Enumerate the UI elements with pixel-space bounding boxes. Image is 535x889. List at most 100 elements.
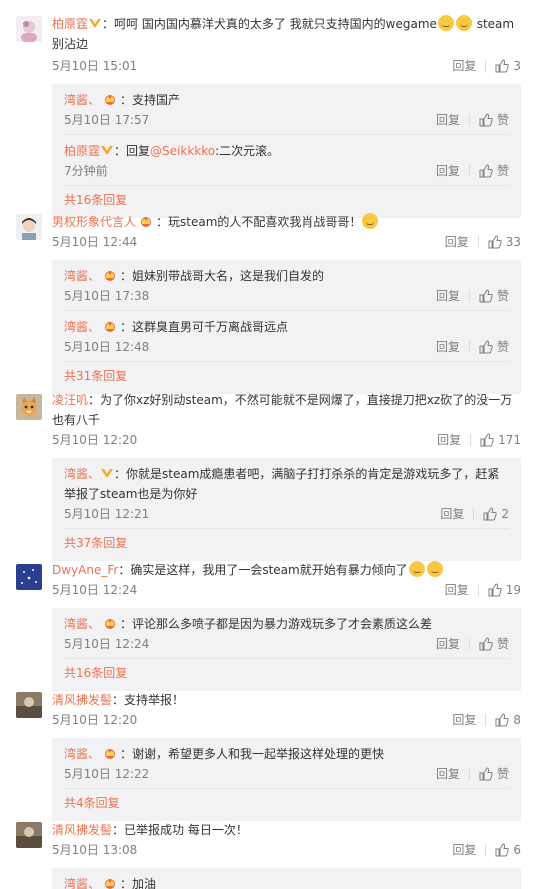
verified-v-icon (101, 469, 114, 478)
like-count: 2 (501, 507, 509, 521)
reply-author[interactable]: 湾酱、 (64, 877, 100, 889)
thumb-up-icon (479, 113, 493, 127)
like-button[interactable]: 赞 (479, 764, 509, 784)
reply-author[interactable]: 湾酱、 (64, 269, 100, 283)
reply-button[interactable]: 回复 (436, 161, 460, 181)
thumb-up-icon (479, 289, 493, 303)
mention-link[interactable]: @Seikkkko (150, 144, 215, 158)
like-count: 8 (513, 713, 521, 727)
comment-time: 5月10日 13:08 (52, 843, 138, 857)
reply-button[interactable]: 回复 (445, 580, 469, 600)
like-button[interactable]: 33 (488, 232, 521, 252)
emoji-icon (426, 561, 443, 577)
like-button[interactable]: 赞 (479, 286, 509, 306)
comment: 清风拂发髻：已举报成功 每日一次！ 5月10日 13:08 回复 6 湾酱、 ：加油 (0, 820, 535, 889)
reply-item: 柏原霆 ：回复@Seikkkko:二次元滚。 7分钟前 回复 赞 (64, 135, 509, 186)
comment-author[interactable]: 凌汪叽 (52, 393, 88, 407)
reply-button[interactable]: 回复 (452, 710, 476, 730)
like-count: 171 (498, 433, 521, 447)
crown-badge-icon (141, 217, 152, 227)
divider (485, 844, 487, 856)
reply-button[interactable]: 回复 (452, 840, 476, 860)
crown-badge-icon (105, 619, 116, 629)
like-label: 赞 (496, 767, 509, 781)
like-button[interactable]: 6 (495, 840, 521, 860)
divider (477, 584, 479, 596)
thumb-up-icon (479, 340, 493, 354)
reply-button[interactable]: 回复 (436, 286, 460, 306)
thumb-up-icon (488, 235, 502, 249)
comment-text: ：玩steam的人不配喜欢我肖战哥哥！ (156, 215, 362, 229)
emoji-icon (437, 15, 454, 31)
like-count: 6 (513, 843, 521, 857)
comment-meta: 5月10日 15:01 回复 3 (52, 56, 521, 76)
comment-meta: 5月10日 12:24 回复 19 (52, 580, 521, 600)
reply-button[interactable]: 回复 (440, 504, 464, 524)
thumb-up-icon (495, 843, 510, 857)
like-button[interactable]: 8 (495, 710, 521, 730)
comment-author[interactable]: DwyAne_Fr (52, 563, 118, 577)
comment-meta: 5月10日 12:20 回复 8 (52, 710, 521, 730)
like-button[interactable]: 赞 (479, 337, 509, 357)
reply-author[interactable]: 湾酱、 (64, 747, 100, 761)
reply-author[interactable]: 柏原霆 (64, 144, 100, 158)
comment-time: 5月10日 15:01 (52, 59, 138, 73)
avatar[interactable] (16, 394, 42, 420)
comment-author[interactable]: 清风拂发髻 (52, 823, 112, 837)
reply-text: ：你就是steam成瘾患者吧，满脑子打打杀杀的肯定是游戏玩多了，赶紧举报了ste… (64, 467, 500, 501)
reply-button[interactable]: 回复 (436, 764, 460, 784)
crown-badge-icon (105, 322, 116, 332)
reply-button[interactable]: 回复 (445, 232, 469, 252)
reply-time: 7分钟前 (64, 164, 108, 178)
like-button[interactable]: 19 (488, 580, 521, 600)
like-button[interactable]: 3 (495, 56, 521, 76)
like-label: 赞 (496, 164, 509, 178)
reply-button[interactable]: 回复 (437, 430, 461, 450)
comment-author[interactable]: 清风拂发髻 (52, 693, 112, 707)
reply-author[interactable]: 湾酱、 (64, 617, 100, 631)
avatar[interactable] (16, 692, 42, 718)
comment: 清风拂发髻：支持举报！ 5月10日 12:20 回复 8 湾酱、 ：谢谢，希望更多人… (0, 690, 535, 821)
reply-item: 湾酱、 ：这群臭直男可千万离战哥远点 5月10日 12:48 回复 赞 (64, 311, 509, 362)
comment-meta: 5月10日 12:20 回复 171 (52, 430, 521, 450)
comment-author[interactable]: 男权形象代言人 (52, 215, 136, 229)
reply-author[interactable]: 湾酱、 (64, 320, 100, 334)
comment-text: ：确实是这样，我用了一会steam就开始有暴力倾向了 (118, 563, 408, 577)
comment: 柏原霆 ：呵呵 国内国内慕洋犬真的太多了 我就只支持国内的wegame steam… (0, 14, 535, 218)
like-button[interactable]: 赞 (479, 161, 509, 181)
like-label: 赞 (496, 637, 509, 651)
avatar[interactable] (16, 822, 42, 848)
more-replies-link[interactable]: 共16条回复 (64, 659, 509, 691)
like-button[interactable]: 赞 (479, 634, 509, 654)
comment-text: ：支持举报！ (112, 693, 185, 707)
thumb-up-icon (480, 433, 494, 447)
like-button[interactable]: 赞 (479, 110, 509, 130)
more-replies-link[interactable]: 共4条回复 (64, 789, 509, 821)
thumb-up-icon (479, 767, 493, 781)
reply-text: ：谢谢，希望更多人和我一起举报这样处理的更快 (120, 747, 385, 761)
crown-badge-icon (105, 879, 116, 889)
emoji-icon (455, 15, 472, 31)
divider (468, 768, 470, 780)
reply-button[interactable]: 回复 (436, 337, 460, 357)
crown-badge-icon (105, 95, 116, 105)
reply-button[interactable]: 回复 (436, 634, 460, 654)
verified-v-icon (89, 19, 102, 28)
reply-text: :二次元滚。 (215, 144, 280, 158)
divider (468, 165, 470, 177)
reply-text: ：姐妹别带战哥大名，这是我们自发的 (120, 269, 325, 283)
avatar[interactable] (16, 214, 42, 240)
reply-author[interactable]: 湾酱、 (64, 467, 100, 481)
like-button[interactable]: 171 (480, 430, 521, 450)
avatar[interactable] (16, 564, 42, 590)
reply-button[interactable]: 回复 (452, 56, 476, 76)
like-label: 赞 (496, 289, 509, 303)
comment-author[interactable]: 柏原霆 (52, 17, 88, 31)
reply-button[interactable]: 回复 (436, 110, 460, 130)
reply-box: 湾酱、 ：姐妹别带战哥大名，这是我们自发的 5月10日 17:38 回复赞 湾酱、… (52, 260, 521, 394)
avatar[interactable] (16, 16, 42, 42)
reply-author[interactable]: 湾酱、 (64, 93, 100, 107)
like-button[interactable]: 2 (483, 504, 509, 524)
reply-item: 湾酱、 ：加油 (64, 868, 509, 889)
more-replies-link[interactable]: 共37条回复 (64, 529, 509, 561)
